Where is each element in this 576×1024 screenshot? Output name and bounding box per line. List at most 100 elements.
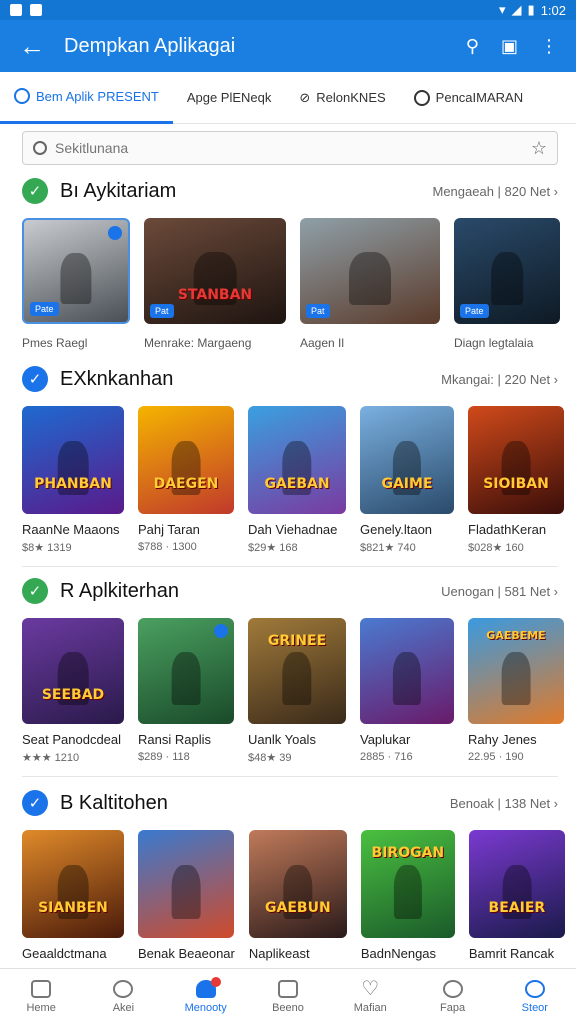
more-vert-icon[interactable]: ⋮ [540, 36, 558, 57]
app-name: Genely.ltaon [360, 522, 433, 537]
app-card[interactable]: SIANBEN Geaaldctmana [22, 830, 124, 961]
app-card[interactable]: GAEBAN Dah Viehadnae $29★ 168 [248, 406, 346, 554]
tab-pleneqk[interactable]: Apge PlENeqk [173, 72, 286, 124]
section-3: ✓ R Aplkiterhan Uenogan | 581 Net › SEEB… [0, 576, 576, 764]
clock: 1:02 [540, 2, 566, 18]
circle-icon [413, 89, 430, 106]
see-more-link[interactable]: Uenogan | 581 Net › [441, 584, 558, 599]
check-icon: ✓ [22, 578, 48, 604]
nav-home[interactable]: Heme [0, 969, 82, 1024]
app-meta: ★★★ 1210 [22, 752, 80, 764]
app-card[interactable]: BEAIER Bamrit Rancak [468, 830, 565, 961]
divider [22, 566, 558, 567]
tab-present[interactable]: Bem Aplik PRESENT [0, 72, 173, 124]
notification-icon [10, 4, 22, 16]
nav-search[interactable]: Akei [82, 969, 164, 1024]
app-thumbnail: GAEBAN [248, 406, 346, 514]
check-icon: ✓ [22, 178, 48, 204]
battery-icon: ▮ [527, 2, 535, 17]
notification-dot [210, 977, 221, 987]
app-bar: ← Dempkan Aplikagai ⚲ ▣ ⋮ [0, 20, 576, 72]
app-name: Naplikeast [248, 946, 310, 961]
nav-books[interactable]: Beeno [247, 969, 329, 1024]
app-meta: $821★ 740 [360, 542, 416, 554]
app-thumbnail: DAEGEN [138, 406, 234, 514]
app-meta: 22.95 · 190 [468, 751, 524, 763]
app-thumbnail: Pate [454, 218, 560, 324]
app-name: Pahj Taran [138, 522, 200, 537]
search-icon[interactable]: ⚲ [466, 36, 479, 57]
app-card[interactable]: SEEBAD Seat Panodcdeal ★★★ 1210 [22, 618, 124, 764]
nav-menu[interactable]: Menooty [165, 969, 247, 1024]
app-card[interactable]: SIOIBAN FladathKeran $028★ 160 [468, 406, 564, 554]
app-meta: 2885 · 716 [360, 751, 413, 763]
signal-icon: ◢ [511, 2, 522, 17]
see-more-link[interactable]: Mkangai: | 220 Net › [441, 372, 558, 387]
app-name: Vaplukar [360, 732, 411, 747]
app-card[interactable]: Ransi Raplis $289 · 118 [138, 618, 234, 764]
wifi-icon: ▾ [499, 2, 506, 17]
app-card[interactable]: Pate Diagn legtalaia [454, 218, 560, 350]
nav-favorites[interactable]: ♡ Mafian [329, 969, 411, 1024]
app-card[interactable]: Vaplukar 2885 · 716 [360, 618, 454, 764]
back-arrow-icon[interactable]: ← [0, 31, 64, 62]
app-name: Menrake: Margaeng [144, 336, 252, 350]
app-meta: $289 · 118 [138, 751, 190, 763]
app-name: Benak Beaeonar [138, 946, 235, 961]
status-indicators: ▾ ◢ ▮ 1:02 [499, 2, 566, 18]
app-card[interactable]: GAEBUN Naplikeast [248, 830, 347, 961]
app-name: Pmes Raegl [22, 336, 88, 350]
app-name: FladathKeran [468, 522, 547, 537]
bottom-navigation: Heme Akei Menooty Beeno ♡ Mafian Fapa Ste… [0, 968, 576, 1024]
info-icon [14, 88, 30, 104]
app-thumbnail [138, 830, 234, 938]
home-icon [31, 979, 52, 998]
search-bar[interactable]: ☆ [22, 131, 558, 165]
section-4: ✓ B Kaltitohen Benoak | 138 Net › SIANBE… [0, 788, 576, 961]
app-card[interactable]: STANBAN Pat Menrake: Margaeng [144, 218, 286, 350]
search-input[interactable] [55, 140, 523, 156]
search-icon [442, 979, 463, 998]
app-thumbnail: Pate [22, 218, 130, 324]
see-more-link[interactable]: Benoak | 138 Net › [450, 796, 558, 811]
app-card[interactable]: GRINEE Uanlk Yoals $48★ 39 [248, 618, 346, 764]
app-card[interactable]: Pate Pmes Raegl [22, 218, 130, 350]
heart-icon: ♡ [361, 977, 380, 1000]
app-card[interactable]: DAEGEN Pahj Taran $788 · 1300 [138, 406, 234, 554]
search-icon [33, 141, 47, 155]
app-name: BadnNengas [360, 946, 437, 961]
app-thumbnail: BEAIER [468, 830, 565, 938]
app-name: Uanlk Yoals [248, 732, 316, 747]
tab-relonknes[interactable]: ⊘ RelonKNES [285, 72, 399, 124]
person-icon [524, 979, 545, 998]
nav-profile[interactable]: Steor [494, 969, 576, 1024]
divider [22, 776, 558, 777]
app-card[interactable]: Benak Beaeonar [138, 830, 235, 961]
tab-bar: Bem Aplik PRESENT Apge PlENeqk ⊘ RelonKNE… [0, 72, 576, 124]
app-card[interactable]: PHANBAN RaanNe Maaons $8★ 1319 [22, 406, 124, 554]
app-name: Rahy Jenes [468, 732, 537, 747]
app-thumbnail: STANBAN Pat [144, 218, 286, 324]
search-icon [113, 979, 134, 998]
section-1: ✓ Bı Aykitariam Mengaeah | 820 Net › Pat… [0, 176, 576, 350]
app-thumbnail: PHANBAN [22, 406, 124, 514]
app-card[interactable]: GAIME Genely.ltaon $821★ 740 [360, 406, 454, 554]
app-card[interactable]: GAEBEME Rahy Jenes 22.95 · 190 [468, 618, 564, 764]
app-thumbnail: GAEBEME [468, 618, 564, 724]
app-name: Aagen Il [300, 336, 345, 350]
app-meta: $29★ 168 [248, 542, 298, 554]
nav-explore[interactable]: Fapa [411, 969, 493, 1024]
app-card[interactable]: Pat Aagen Il [300, 218, 440, 350]
status-notifications [10, 4, 42, 16]
bookmark-icon[interactable]: ▣ [501, 36, 518, 57]
app-card[interactable]: BIROGAN BadnNengas [360, 830, 455, 961]
app-name: Geaaldctmana [22, 946, 107, 961]
see-more-link[interactable]: Mengaeah | 820 Net › [432, 184, 558, 199]
section-title: B Kaltitohen [60, 791, 168, 814]
tab-pencaimaran[interactable]: PencaIMARAN [400, 72, 537, 124]
star-icon[interactable]: ☆ [531, 138, 547, 159]
status-bar: ▾ ◢ ▮ 1:02 [0, 0, 576, 20]
app-thumbnail: GAEBUN [248, 830, 347, 938]
app-thumbnail [360, 618, 454, 724]
check-icon: ✓ [22, 790, 48, 816]
